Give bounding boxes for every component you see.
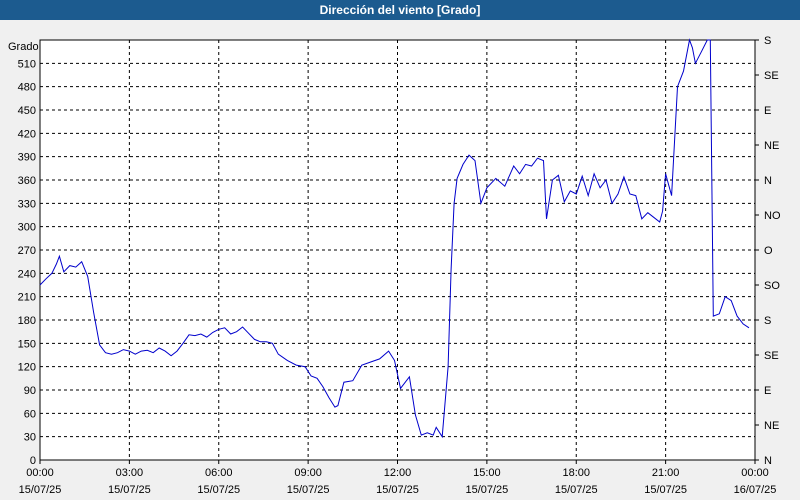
right-tick-label: NE xyxy=(764,140,779,152)
y-tick-label: 390 xyxy=(18,152,36,164)
y-tick-label: 420 xyxy=(18,128,36,140)
y-tick-label: 240 xyxy=(18,268,36,280)
x-tick-time: 06:00 xyxy=(205,467,233,479)
x-tick-time: 12:00 xyxy=(384,467,412,479)
y-tick-label: 480 xyxy=(18,82,36,94)
right-tick-label: O xyxy=(764,245,773,257)
y-tick-label: 300 xyxy=(18,222,36,234)
y-tick-label: 510 xyxy=(18,58,36,70)
x-tick-date: 16/07/25 xyxy=(734,484,777,496)
y-tick-label: 30 xyxy=(24,432,36,444)
right-tick-label: NE xyxy=(764,420,779,432)
x-tick-date: 15/07/25 xyxy=(108,484,151,496)
right-tick-label: S xyxy=(764,35,771,47)
right-tick-label: E xyxy=(764,385,771,397)
right-tick-label: N xyxy=(764,455,772,467)
x-tick-date: 15/07/25 xyxy=(197,484,240,496)
y-tick-label: 360 xyxy=(18,175,36,187)
x-tick-time: 15:00 xyxy=(473,467,501,479)
right-tick-label: NO xyxy=(764,210,781,222)
right-tick-label: N xyxy=(764,175,772,187)
y-tick-label: 0 xyxy=(30,455,36,467)
x-tick-time: 09:00 xyxy=(294,467,322,479)
y-tick-label: 180 xyxy=(18,315,36,327)
x-tick-date: 15/07/25 xyxy=(287,484,330,496)
chart-title: Dirección del viento [Grado] xyxy=(0,0,800,20)
y-tick-label: 150 xyxy=(18,338,36,350)
x-tick-time: 00:00 xyxy=(26,467,54,479)
y-tick-label: 60 xyxy=(24,408,36,420)
x-tick-date: 15/07/25 xyxy=(376,484,419,496)
x-tick-time: 18:00 xyxy=(562,467,590,479)
right-tick-label: SO xyxy=(764,280,780,292)
y-axis-label: Grado xyxy=(8,41,39,53)
right-tick-label: SE xyxy=(764,70,779,82)
wind-direction-chart: 0 30 60 90 120 150 180 210 240 270 300 330 360 390 420… xyxy=(0,20,800,500)
y-tick-label: 330 xyxy=(18,198,36,210)
y-tick-label: 90 xyxy=(24,385,36,397)
y-tick-label: 210 xyxy=(18,292,36,304)
y-tick-label: 450 xyxy=(18,105,36,117)
right-tick-label: E xyxy=(764,105,771,117)
x-tick-date: 15/07/25 xyxy=(555,484,598,496)
x-tick-date: 15/07/25 xyxy=(465,484,508,496)
x-tick-time: 21:00 xyxy=(652,467,680,479)
right-tick-label: SE xyxy=(764,350,779,362)
x-tick-date: 15/07/25 xyxy=(644,484,687,496)
x-tick-time: 03:00 xyxy=(116,467,144,479)
x-tick-time: 00:00 xyxy=(741,467,769,479)
x-tick-date: 15/07/25 xyxy=(19,484,62,496)
y-tick-label: 120 xyxy=(18,362,36,374)
y-tick-label: 270 xyxy=(18,245,36,257)
right-tick-label: S xyxy=(764,315,771,327)
